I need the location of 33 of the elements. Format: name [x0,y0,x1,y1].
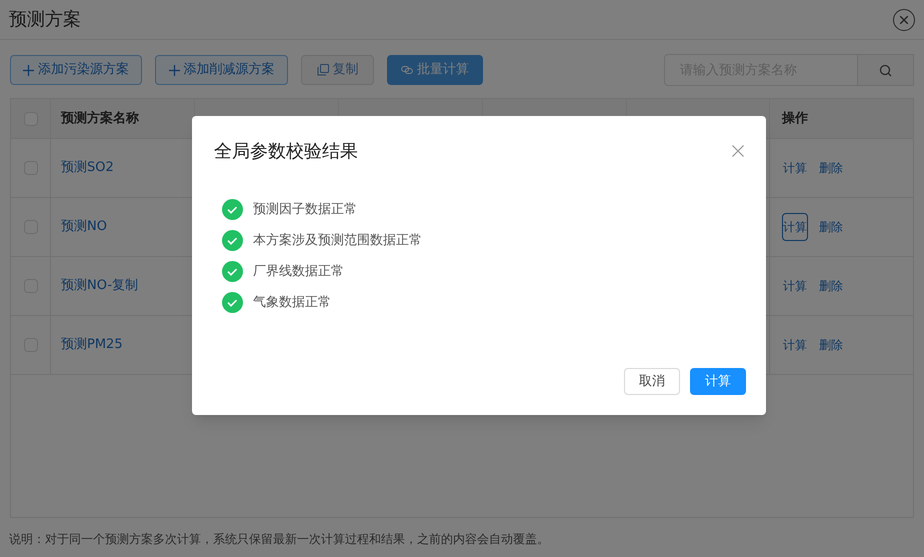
toolbar-button[interactable]: 添加污染源方案 [10,55,142,85]
check-result-text: 厂界线数据正常 [253,262,344,281]
dialog-title: 全局参数校验结果 [214,140,358,164]
dialog-button[interactable]: 计算 [690,368,746,395]
scheme-link[interactable]: 预测NO [61,217,107,237]
copy-icon [316,64,328,76]
page-title: 预测方案 [9,8,81,32]
action-link[interactable]: 删除 [818,158,844,178]
scheme-link[interactable]: 预测SO2 [61,158,114,178]
action-link[interactable]: 删除 [818,276,844,296]
check-result-text: 本方案涉及预测范围数据正常 [253,232,422,250]
action-link[interactable]: 计算 [782,335,808,355]
action-link[interactable]: 计算 [782,213,808,241]
dialog-button[interactable]: 取消 [624,368,680,395]
column-header: 操作 [782,110,808,128]
action-link[interactable]: 删除 [818,217,844,237]
note-text: 说明：对于同一个预测方案多次计算，系统只保留最新一次计算过程和结果，之前的内容会自动覆盖。 [8,531,550,548]
column-header: 预测方案名称 [61,110,139,128]
action-link[interactable]: 计算 [782,276,808,296]
action-link[interactable]: 删除 [818,335,844,355]
scheme-link[interactable]: 预测NO-复制 [61,276,138,296]
plus-icon [168,64,180,76]
action-link[interactable]: 计算 [782,158,808,178]
check-result-text: 气象数据正常 [253,294,331,312]
plus-icon [23,64,34,76]
search-button[interactable] [858,54,914,86]
close-icon[interactable] [893,8,915,30]
close-icon[interactable] [732,145,744,157]
link-icon [401,64,413,76]
toolbar-button[interactable]: 添加削减源方案 [155,55,288,85]
scheme-link[interactable]: 预测PM25 [61,335,123,355]
check-result-text: 预测因子数据正常 [253,200,357,219]
search-icon [879,64,892,76]
